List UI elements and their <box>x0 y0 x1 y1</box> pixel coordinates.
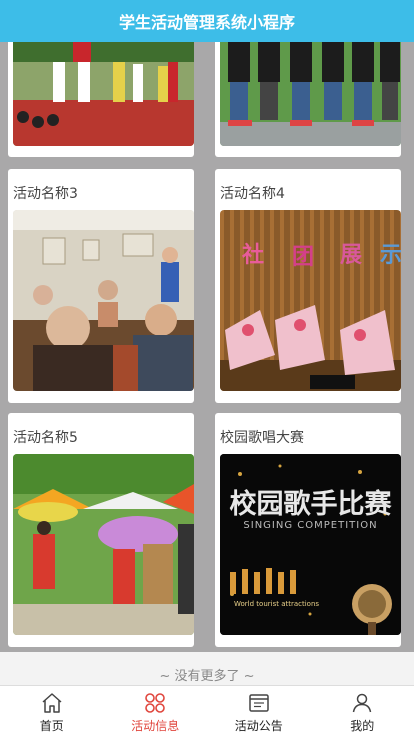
activity-card-3[interactable]: 活动名称3 <box>8 169 194 403</box>
tab-label: 活动公告 <box>235 717 283 734</box>
tab-profile[interactable]: 我的 <box>311 686 414 739</box>
tab-label: 首页 <box>40 717 64 734</box>
activity-card-5[interactable]: 活动名称5 <box>8 413 194 647</box>
tab-label: 我的 <box>350 717 374 734</box>
home-icon <box>40 691 64 715</box>
bottom-tabbar: 首页 活动信息 活动公告 我的 <box>0 685 414 739</box>
poster-subtitle: SINGING COMPETITION <box>220 520 401 531</box>
activity-grid[interactable]: 活动名称3 活动名称4 <box>0 42 414 652</box>
activity-image <box>13 454 194 635</box>
activity-image: 社 团 展 示 <box>220 210 401 391</box>
poster-headline: 校园歌手比赛 <box>220 482 401 521</box>
activity-card[interactable] <box>215 42 401 157</box>
tab-notices[interactable]: 活动公告 <box>207 686 311 739</box>
activity-image: 校园歌手比赛 SINGING COMPETITION World tourist… <box>220 454 401 635</box>
svg-text:团: 团 <box>292 245 314 270</box>
activity-title: 活动名称3 <box>13 183 78 203</box>
activity-card-4[interactable]: 活动名称4 社 团 展 示 <box>215 169 401 403</box>
activity-image <box>13 210 194 391</box>
app-title: 学生活动管理系统小程序 <box>119 9 295 33</box>
activity-image <box>13 42 194 146</box>
profile-icon <box>350 691 374 715</box>
list-end-text: ~ 没有更多了 ~ <box>159 665 254 684</box>
svg-text:展: 展 <box>340 243 362 268</box>
list-end-note: ~ 没有更多了 ~ <box>0 652 414 686</box>
activity-image <box>220 42 401 146</box>
svg-text:示: 示 <box>380 243 401 268</box>
activity-icon <box>143 691 167 715</box>
svg-text:社: 社 <box>242 242 264 268</box>
tab-label: 活动信息 <box>131 717 179 734</box>
notice-icon <box>247 691 271 715</box>
activity-card[interactable] <box>8 42 194 157</box>
app-header: 学生活动管理系统小程序 <box>0 0 414 42</box>
activity-title: 校园歌唱大赛 <box>220 427 304 447</box>
poster-tagline: World tourist attractions <box>234 600 319 608</box>
activity-title: 活动名称5 <box>13 427 78 447</box>
activity-card-6[interactable]: 校园歌唱大赛 校园歌手比赛 SINGING COMPETITION W <box>215 413 401 647</box>
tab-home[interactable]: 首页 <box>0 686 104 739</box>
tab-activity-info[interactable]: 活动信息 <box>104 686 208 739</box>
activity-title: 活动名称4 <box>220 183 285 203</box>
